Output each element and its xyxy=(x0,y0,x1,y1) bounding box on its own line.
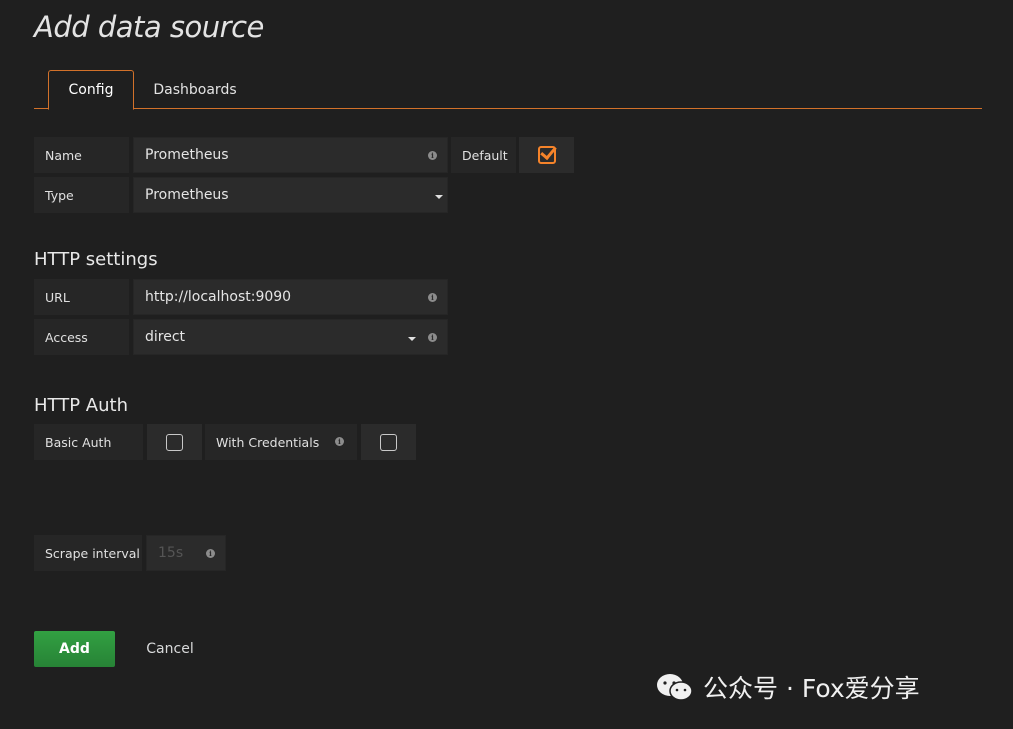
http-settings-title: HTTP settings xyxy=(34,249,158,270)
type-label: Type xyxy=(34,177,129,213)
scrape-interval-placeholder: 15s xyxy=(158,545,184,561)
default-label: Default xyxy=(451,137,516,173)
url-input[interactable]: http://localhost:9090 i xyxy=(133,279,448,315)
info-icon[interactable]: i xyxy=(428,151,437,160)
checkbox-icon xyxy=(166,433,183,451)
info-icon[interactable]: i xyxy=(428,333,437,342)
watermark-text: 公众号 · Fox爱分享 xyxy=(703,674,920,703)
with-credentials-text: With Credentials xyxy=(216,434,320,450)
info-icon[interactable]: i xyxy=(428,293,437,302)
checkbox-icon xyxy=(380,433,397,451)
scrape-interval-label: Scrape interval xyxy=(34,535,142,571)
type-select[interactable]: Prometheus xyxy=(133,177,448,213)
access-select[interactable]: direct i xyxy=(133,319,448,355)
http-auth-title: HTTP Auth xyxy=(34,395,128,416)
with-credentials-checkbox[interactable] xyxy=(361,424,416,460)
name-value: Prometheus xyxy=(145,147,229,163)
tab-bar: Config Dashboards xyxy=(34,70,982,110)
name-input[interactable]: Prometheus i xyxy=(133,137,448,173)
with-credentials-label: With Credentials i xyxy=(205,424,357,460)
page-title: Add data source xyxy=(34,10,264,44)
basic-auth-checkbox[interactable] xyxy=(147,424,202,460)
wechat-icon xyxy=(657,674,693,701)
checkbox-checked-icon xyxy=(537,146,556,164)
scrape-interval-input[interactable]: 15s i xyxy=(146,535,226,571)
chevron-down-icon xyxy=(435,195,443,199)
access-label: Access xyxy=(34,319,129,355)
cancel-button[interactable]: Cancel xyxy=(140,631,200,667)
tab-dashboards[interactable]: Dashboards xyxy=(142,70,248,109)
access-value: direct xyxy=(145,329,186,345)
watermark: 公众号 · Fox爱分享 xyxy=(655,655,1005,719)
add-button[interactable]: Add xyxy=(34,631,115,667)
default-checkbox[interactable] xyxy=(519,137,574,173)
url-value: http://localhost:9090 xyxy=(145,289,292,305)
type-value: Prometheus xyxy=(145,187,229,203)
name-label: Name xyxy=(34,137,129,173)
basic-auth-label: Basic Auth xyxy=(34,424,143,460)
info-icon[interactable]: i xyxy=(335,437,344,446)
url-label: URL xyxy=(34,279,129,315)
tab-config[interactable]: Config xyxy=(48,70,134,110)
chevron-down-icon xyxy=(408,337,416,341)
info-icon[interactable]: i xyxy=(206,549,215,558)
